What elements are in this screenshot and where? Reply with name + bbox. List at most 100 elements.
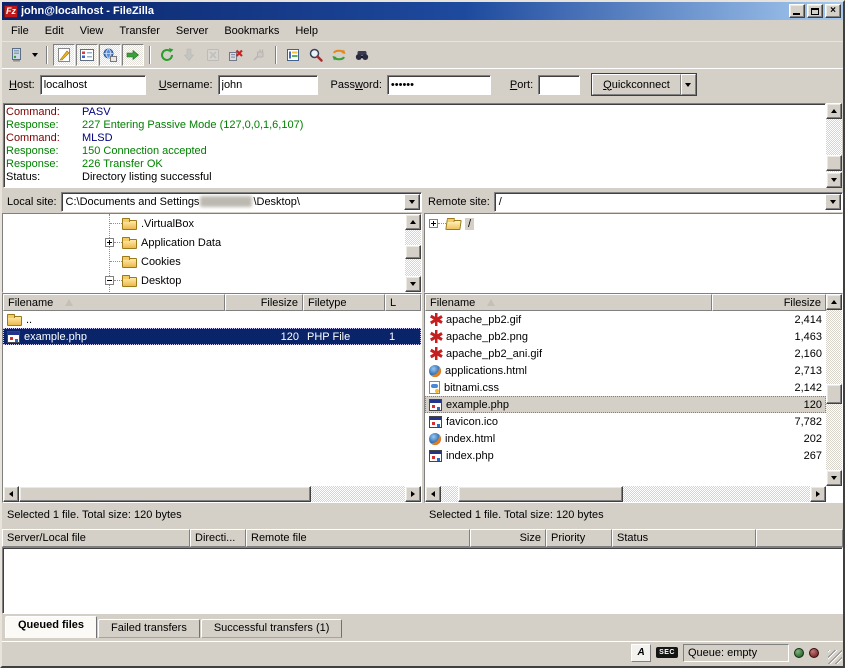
- toggle-local-tree-button[interactable]: [76, 44, 98, 66]
- scroll-up-button[interactable]: [826, 103, 842, 119]
- column-header-remote-file[interactable]: Remote file: [246, 529, 470, 547]
- column-header-server-local-file[interactable]: Server/Local file: [2, 529, 190, 547]
- scroll-left-button[interactable]: [425, 486, 441, 502]
- column-header-filetype[interactable]: Filetype: [303, 294, 385, 311]
- scroll-thumb[interactable]: [458, 486, 623, 502]
- column-header-priority[interactable]: Priority: [546, 529, 612, 547]
- file-row[interactable]: apache_pb2.gif 2,414: [425, 311, 826, 328]
- column-header-filesize[interactable]: Filesize: [225, 294, 303, 311]
- menu-transfer[interactable]: Transfer: [111, 22, 168, 40]
- column-header-modified[interactable]: L: [385, 294, 421, 311]
- maximize-button[interactable]: [807, 4, 823, 18]
- remote-site-dropdown[interactable]: [825, 194, 841, 210]
- tree-connector: [438, 223, 446, 224]
- column-header-direction[interactable]: Directi...: [190, 529, 246, 547]
- file-row[interactable]: applications.html 2,713: [425, 362, 826, 379]
- tab-failed-transfers[interactable]: Failed transfers: [98, 619, 200, 638]
- scroll-up-button[interactable]: [405, 214, 421, 230]
- file-row-example-php[interactable]: example.php 120 PHP File 1: [3, 328, 421, 345]
- expander-minus-icon[interactable]: [105, 276, 114, 285]
- username-input[interactable]: [218, 75, 318, 95]
- menu-server[interactable]: Server: [168, 22, 216, 40]
- password-input[interactable]: [387, 75, 491, 95]
- encryption-badge[interactable]: SEC: [656, 647, 678, 658]
- file-row-selected[interactable]: example.php 120: [425, 396, 826, 413]
- file-row-parent[interactable]: ..: [3, 311, 421, 328]
- quickconnect-button[interactable]: Quickconnect: [592, 74, 681, 95]
- scroll-thumb[interactable]: [826, 155, 842, 171]
- close-button[interactable]: ×: [825, 4, 841, 18]
- scroll-down-button[interactable]: [826, 470, 842, 486]
- broken-image-icon: [429, 347, 442, 360]
- data-type-indicator[interactable]: A: [631, 644, 651, 662]
- expander-plus-icon[interactable]: [429, 219, 438, 228]
- host-input[interactable]: [40, 75, 146, 95]
- expander-plus-icon[interactable]: [105, 238, 114, 247]
- column-header-filesize[interactable]: Filesize: [712, 294, 826, 311]
- local-site-combobox[interactable]: C:\Documents and Settings\Desktop\: [61, 192, 422, 212]
- file-row[interactable]: apache_pb2_ani.gif 2,160: [425, 345, 826, 362]
- site-manager-button[interactable]: [5, 44, 27, 66]
- find-files-button[interactable]: [351, 44, 373, 66]
- scroll-right-button[interactable]: [405, 486, 421, 502]
- port-input[interactable]: [538, 75, 580, 95]
- file-row[interactable]: bitnami.css 2,142: [425, 379, 826, 396]
- sort-ascending-icon: [487, 299, 495, 306]
- directory-comparison-icon: [308, 47, 324, 63]
- scroll-right-button[interactable]: [810, 486, 826, 502]
- menu-file[interactable]: File: [3, 22, 37, 40]
- file-name: index.php: [446, 450, 494, 462]
- refresh-button[interactable]: [156, 44, 178, 66]
- column-header-status[interactable]: Status: [612, 529, 756, 547]
- remote-list-hscrollbar[interactable]: [425, 486, 826, 502]
- folder-icon: [7, 316, 22, 326]
- menu-bookmarks[interactable]: Bookmarks: [216, 22, 287, 40]
- log-line: Command:PASV: [6, 106, 825, 119]
- minimize-button[interactable]: [789, 4, 805, 18]
- resize-grip[interactable]: [828, 650, 842, 664]
- tab-queued-files[interactable]: Queued files: [5, 616, 97, 638]
- column-header-filename[interactable]: Filename: [425, 294, 712, 311]
- toggle-remote-tree-button[interactable]: [99, 44, 121, 66]
- scroll-down-button[interactable]: [826, 172, 842, 188]
- synchronized-browsing-button[interactable]: [328, 44, 350, 66]
- file-row[interactable]: index.php 267: [425, 447, 826, 464]
- remote-site-combobox[interactable]: /: [494, 192, 843, 212]
- file-name: example.php: [446, 399, 509, 411]
- tree-item-application-data[interactable]: Application Data: [3, 233, 405, 252]
- tree-item-virtualbox[interactable]: .VirtualBox: [3, 214, 405, 233]
- cancel-button: [202, 44, 224, 66]
- scroll-thumb[interactable]: [19, 486, 311, 502]
- toggle-transfer-queue-button[interactable]: [122, 44, 144, 66]
- scroll-thumb[interactable]: [405, 245, 421, 259]
- quickconnect-dropdown[interactable]: [681, 74, 696, 95]
- site-manager-dropdown[interactable]: [28, 44, 41, 66]
- file-row[interactable]: index.html 202: [425, 430, 826, 447]
- scroll-thumb[interactable]: [826, 384, 842, 404]
- remote-list-vscrollbar[interactable]: [826, 294, 842, 486]
- tab-successful-transfers[interactable]: Successful transfers (1): [201, 619, 343, 638]
- local-site-dropdown[interactable]: [404, 194, 420, 210]
- menu-view[interactable]: View: [72, 22, 112, 40]
- directory-comparison-button[interactable]: [305, 44, 327, 66]
- scroll-down-button[interactable]: [405, 276, 421, 292]
- local-list-hscrollbar[interactable]: [3, 486, 421, 502]
- tree-item-desktop[interactable]: Desktop: [3, 271, 405, 290]
- file-name: apache_pb2.gif: [446, 314, 521, 326]
- column-header-filename[interactable]: Filename: [3, 294, 225, 311]
- toggle-message-log-button[interactable]: [53, 44, 75, 66]
- php-file-icon: [7, 331, 20, 343]
- tree-item-root[interactable]: /: [425, 214, 842, 233]
- menu-edit[interactable]: Edit: [37, 22, 72, 40]
- scroll-up-button[interactable]: [826, 294, 842, 310]
- file-row[interactable]: apache_pb2.png 1,463: [425, 328, 826, 345]
- disconnect-button[interactable]: [225, 44, 247, 66]
- file-row[interactable]: favicon.ico 7,782: [425, 413, 826, 430]
- column-header-size[interactable]: Size: [470, 529, 546, 547]
- log-scrollbar[interactable]: [826, 103, 842, 188]
- tree-item-cookies[interactable]: Cookies: [3, 252, 405, 271]
- filter-button[interactable]: [282, 44, 304, 66]
- local-tree-scrollbar[interactable]: [405, 214, 421, 292]
- menu-help[interactable]: Help: [287, 22, 326, 40]
- scroll-left-button[interactable]: [3, 486, 19, 502]
